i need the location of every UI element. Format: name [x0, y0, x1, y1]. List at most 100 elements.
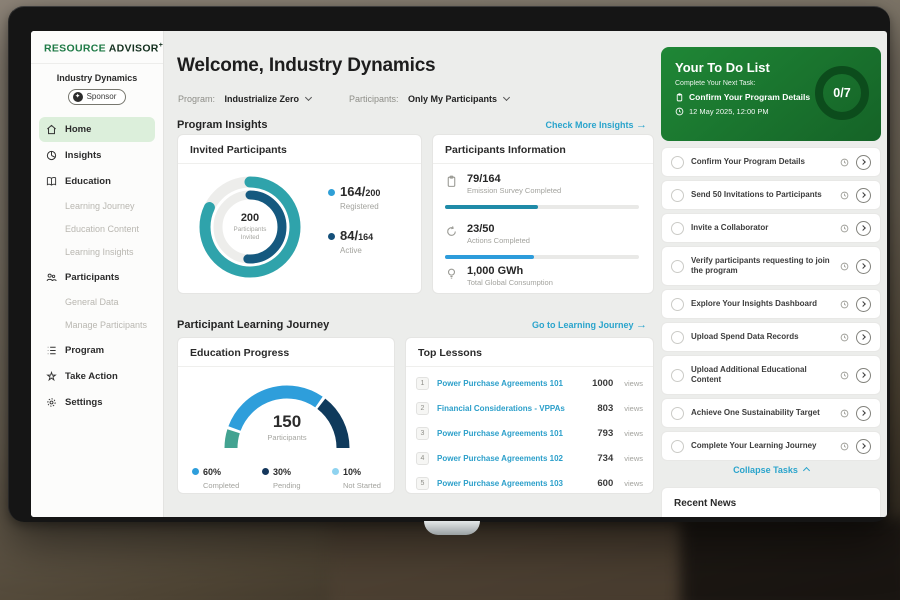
completed-label: Completed [203, 481, 240, 490]
check-more-insights-link[interactable]: Check More Insights → [545, 119, 647, 131]
lesson-views: 600 [597, 478, 613, 489]
people-icon [46, 272, 57, 283]
program-filter-value[interactable]: Industrialize Zero [224, 94, 299, 104]
task-row[interactable]: Verify participants requesting to join t… [661, 246, 881, 286]
page-title: Welcome, Industry Dynamics [177, 55, 435, 77]
active-dot-icon [328, 233, 335, 240]
task-checkbox[interactable] [671, 331, 684, 344]
go-to-learning-journey-link[interactable]: Go to Learning Journey → [532, 319, 647, 331]
participants-filter-value[interactable]: Only My Participants [408, 94, 497, 104]
monitor-stand [424, 521, 480, 535]
lesson-views: 1000 [592, 378, 613, 389]
survey-label: Emission Survey Completed [467, 186, 639, 195]
task-label: Confirm Your Program Details [691, 157, 833, 167]
task-row[interactable]: Complete Your Learning Journey [661, 431, 881, 461]
pending-pct: 30% [273, 467, 291, 477]
not-started-pct: 10% [343, 467, 361, 477]
education-progress-title: Education Progress [178, 338, 394, 367]
todo-progress-ring: 0/7 [813, 64, 871, 122]
top-lessons-title: Top Lessons [406, 338, 653, 367]
task-chevron-button[interactable] [856, 368, 871, 383]
clipboard-icon [675, 93, 684, 102]
task-label: Verify participants requesting to join t… [691, 256, 833, 277]
pie-chart-icon [46, 150, 57, 161]
lesson-views-label: views [624, 404, 643, 413]
task-row[interactable]: Explore Your Insights Dashboard [661, 289, 881, 319]
task-row[interactable]: Upload Spend Data Records [661, 322, 881, 352]
sponsor-label: Sponsor [87, 92, 117, 101]
task-row[interactable]: Confirm Your Program Details [661, 147, 881, 177]
task-chevron-button[interactable] [856, 188, 871, 203]
task-label: Upload Spend Data Records [691, 332, 833, 342]
lesson-views: 793 [597, 428, 613, 439]
lesson-link[interactable]: Power Purchase Agreements 103 [437, 479, 589, 488]
task-row[interactable]: Send 50 Invitations to Participants [661, 180, 881, 210]
sidebar-item-participants[interactable]: Participants [39, 265, 155, 290]
sidebar-item-take-action[interactable]: Take Action [39, 364, 155, 389]
sidebar-item-settings[interactable]: Settings [39, 390, 155, 415]
task-chevron-button[interactable] [856, 439, 871, 454]
sidebar-item-manage-participants[interactable]: Manage Participants [39, 314, 155, 337]
sidebar-item-learning-journey[interactable]: Learning Journey [39, 195, 155, 218]
task-label: Invite a Collaborator [691, 223, 833, 233]
lesson-link[interactable]: Power Purchase Agreements 101 [437, 429, 589, 438]
lesson-views-label: views [624, 379, 643, 388]
registered-legend: 164/200 Registered [328, 183, 380, 211]
lesson-row: 3Power Purchase Agreements 101793views [416, 421, 643, 445]
sidebar-item-home[interactable]: Home [39, 117, 155, 142]
task-checkbox[interactable] [671, 260, 684, 273]
sponsor-badge[interactable]: ✦ Sponsor [68, 89, 127, 105]
task-checkbox[interactable] [671, 156, 684, 169]
task-checkbox[interactable] [671, 222, 684, 235]
program-filter[interactable]: Program: Industrialize Zero [178, 89, 311, 107]
registered-dot-icon [328, 189, 335, 196]
sidebar-item-program[interactable]: Program [39, 338, 155, 363]
participants-filter-label: Participants: [349, 94, 399, 104]
sidebar-nav: Home Insights Education Learning Journey… [31, 117, 163, 415]
task-checkbox[interactable] [671, 189, 684, 202]
lesson-link[interactable]: Power Purchase Agreements 102 [437, 454, 589, 463]
survey-value: 79/164 [467, 173, 639, 185]
collapse-tasks-link[interactable]: Collapse Tasks [661, 465, 881, 475]
task-chevron-button[interactable] [856, 259, 871, 274]
app-logo: RESOURCE ADVISOR+ [31, 31, 163, 64]
task-row[interactable]: Upload Additional Educational Content [661, 355, 881, 395]
top-lessons-card: Top Lessons 1Power Purchase Agreements 1… [405, 337, 654, 494]
task-checkbox[interactable] [671, 369, 684, 382]
lesson-link[interactable]: Financial Considerations - VPPAs [437, 404, 589, 413]
recent-news-card: Recent News [661, 487, 881, 517]
task-checkbox[interactable] [671, 407, 684, 420]
sidebar-item-education-content[interactable]: Education Content [39, 218, 155, 241]
clock-icon [840, 300, 849, 309]
task-row[interactable]: Invite a Collaborator [661, 213, 881, 243]
task-row[interactable]: Achieve One Sustainability Target [661, 398, 881, 428]
sidebar-item-label: Insights [65, 150, 101, 161]
sidebar-item-education[interactable]: Education [39, 169, 155, 194]
list-icon [46, 345, 57, 356]
sidebar-item-learning-insights[interactable]: Learning Insights [39, 241, 155, 264]
logo-resource: RESOURCE [44, 43, 106, 55]
participants-filter[interactable]: Participants: Only My Participants [349, 89, 509, 107]
task-chevron-button[interactable] [856, 221, 871, 236]
actions-progress-bar [445, 255, 639, 259]
chevron-down-icon [305, 94, 312, 101]
clock-icon [840, 409, 849, 418]
lesson-link[interactable]: Power Purchase Agreements 101 [437, 379, 584, 388]
sidebar-item-insights[interactable]: Insights [39, 143, 155, 168]
task-chevron-button[interactable] [856, 406, 871, 421]
gauge-center-value: 150 [192, 412, 382, 432]
sidebar-item-label: Take Action [65, 371, 118, 382]
invited-participants-card: Invited Participants 200 Participants In… [177, 134, 422, 294]
sidebar-item-label: Settings [65, 397, 102, 408]
lesson-row: 2Financial Considerations - VPPAs803view… [416, 396, 643, 420]
clock-icon [840, 442, 849, 451]
logo-plus: + [159, 42, 163, 49]
task-chevron-button[interactable] [856, 330, 871, 345]
lesson-views-label: views [624, 479, 643, 488]
task-checkbox[interactable] [671, 440, 684, 453]
task-checkbox[interactable] [671, 298, 684, 311]
sidebar-item-general-data[interactable]: General Data [39, 291, 155, 314]
task-chevron-button[interactable] [856, 155, 871, 170]
sidebar: RESOURCE ADVISOR+ Industry Dynamics ✦ Sp… [31, 31, 164, 517]
task-chevron-button[interactable] [856, 297, 871, 312]
